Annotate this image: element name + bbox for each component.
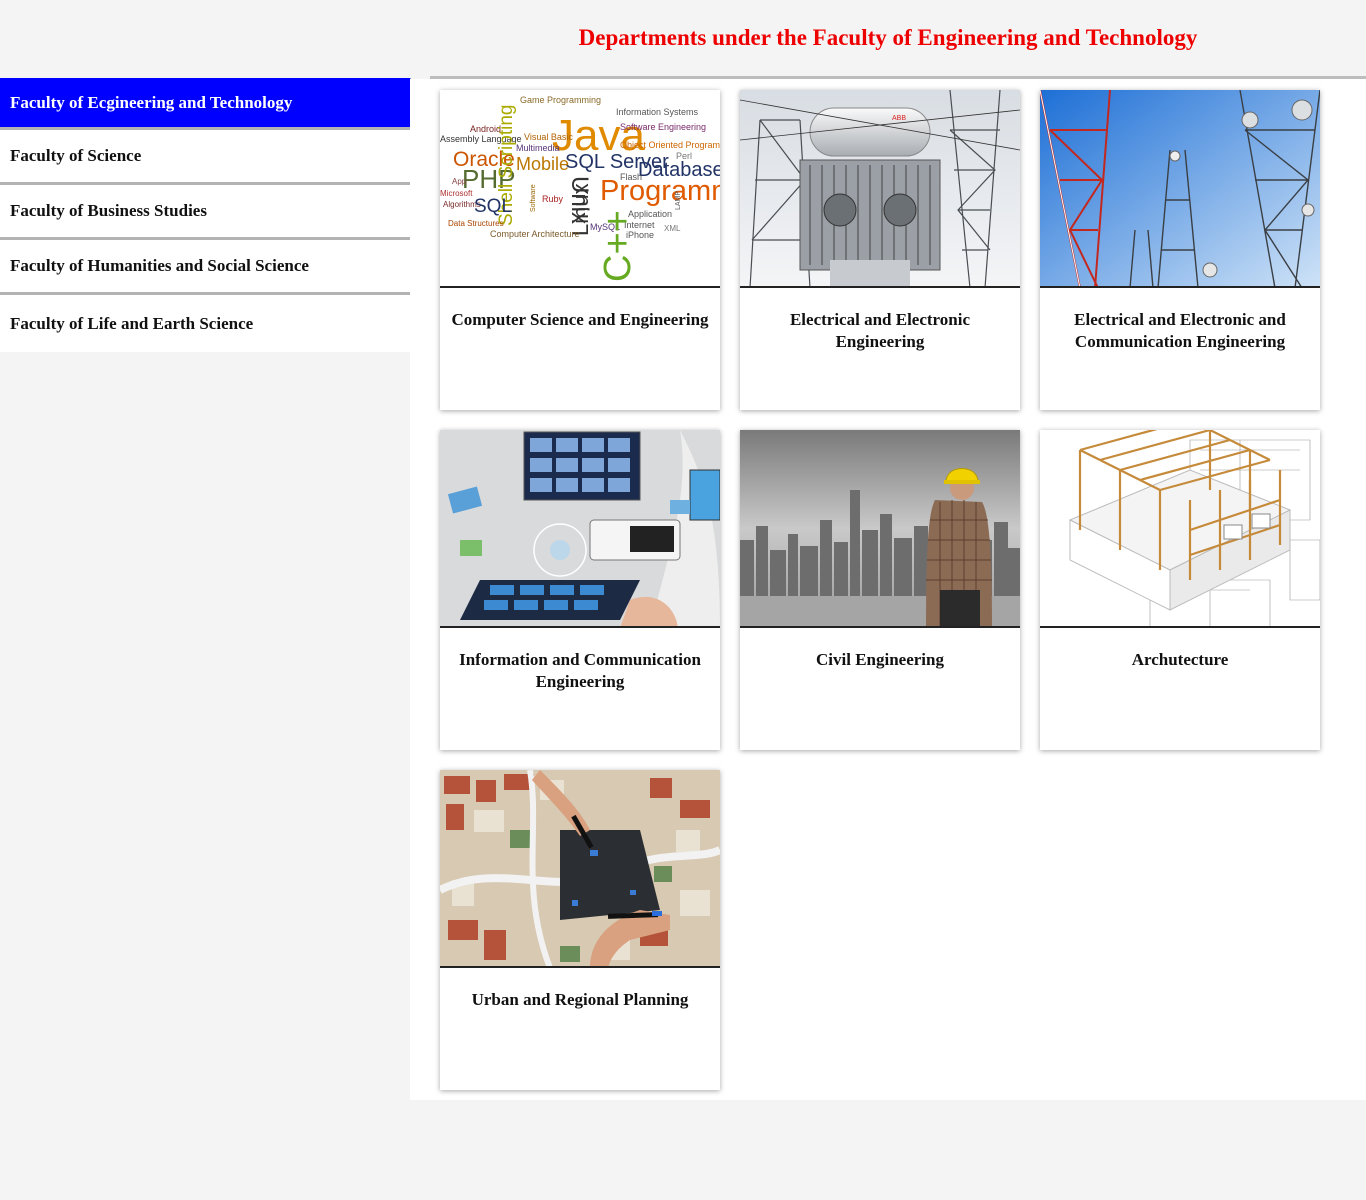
word: C++: [597, 210, 639, 282]
word: Multimedia: [516, 143, 560, 153]
department-card-cse[interactable]: Game Programming Information Systems And…: [440, 90, 720, 410]
department-card-architecture[interactable]: Archutecture: [1040, 430, 1320, 750]
department-name: Computer Science and Engineering: [451, 310, 709, 329]
word: Software Engineering: [620, 122, 706, 132]
word: Data Structures: [448, 219, 504, 228]
department-name: Information and Communication Engineerin…: [459, 650, 701, 691]
sidebar-item-business[interactable]: Faculty of Business Studies: [0, 185, 410, 240]
department-card-urp[interactable]: Urban and Regional Planning: [440, 770, 720, 1090]
word: Software: [530, 184, 537, 212]
word: LAMP: [675, 191, 682, 210]
department-name: Archutecture: [1131, 650, 1229, 669]
digital-media-tablet-image: [440, 430, 720, 628]
department-grid: Game Programming Information Systems And…: [410, 79, 1366, 1100]
page-title: Departments under the Faculty of Enginee…: [578, 25, 1198, 50]
power-substation-image: ABB: [740, 90, 1020, 288]
substation-graphic: ABB: [740, 90, 1020, 286]
sidebar-item-label: Faculty of Science: [10, 146, 142, 165]
word: Visual Basic: [524, 132, 573, 142]
sidebar-item-label: Faculty of Business Studies: [10, 201, 207, 220]
department-card-eece[interactable]: Electrical and Electronic and Communicat…: [1040, 90, 1320, 410]
city-planning-map-image: [440, 770, 720, 968]
department-name: Electrical and Electronic and Communicat…: [1074, 310, 1286, 351]
word: Programming: [600, 175, 720, 207]
sidebar-item-humanities[interactable]: Faculty of Humanities and Social Science: [0, 240, 410, 295]
house-frame-graphic: [1040, 430, 1320, 626]
sidebar-item-life-earth[interactable]: Faculty of Life and Earth Science: [0, 295, 410, 352]
sidebar-item-science[interactable]: Faculty of Science: [0, 130, 410, 185]
sidebar-item-engineering[interactable]: Faculty of Ecgineering and Technology: [0, 78, 435, 130]
department-card-eee[interactable]: ABB Electrical and Electronic Engineerin…: [740, 90, 1020, 410]
planning-map-graphic: [440, 770, 720, 966]
word-cloud-graphic: Game Programming Information Systems And…: [440, 90, 720, 286]
digital-media-graphic: [440, 430, 720, 626]
city-skyline-graphic: [740, 430, 1020, 626]
telecom-towers-graphic: [1040, 90, 1320, 286]
department-name: Civil Engineering: [816, 650, 944, 669]
word: SQL: [474, 196, 512, 217]
word: App: [452, 177, 467, 186]
substation-brand-label: ABB: [892, 115, 906, 122]
telecom-towers-image: [1040, 90, 1320, 288]
programming-word-cloud-image: Game Programming Information Systems And…: [440, 90, 720, 288]
department-card-civil[interactable]: Civil Engineering: [740, 430, 1020, 750]
house-frame-blueprint-image: [1040, 430, 1320, 628]
word: Mobile: [516, 154, 569, 174]
department-card-ice[interactable]: Information and Communication Engineerin…: [440, 430, 720, 750]
word: Microsoft: [440, 189, 473, 198]
sidebar-item-label: Faculty of Ecgineering and Technology: [10, 92, 293, 112]
sidebar-item-label: Faculty of Humanities and Social Science: [10, 256, 309, 275]
word: Object Oriented Programming: [620, 140, 720, 150]
engineer-city-skyline-image: [740, 430, 1020, 628]
sidebar-item-label: Faculty of Life and Earth Science: [10, 313, 254, 333]
word: Ruby: [542, 194, 564, 204]
word: XML: [664, 224, 681, 233]
faculty-sidebar: Faculty of Ecgineering and Technology Fa…: [0, 78, 435, 352]
word: Computer Architecture: [490, 229, 580, 239]
department-name: Urban and Regional Planning: [471, 990, 689, 1009]
department-name: Electrical and Electronic Engineering: [789, 310, 971, 351]
word: Game Programming: [520, 95, 601, 105]
